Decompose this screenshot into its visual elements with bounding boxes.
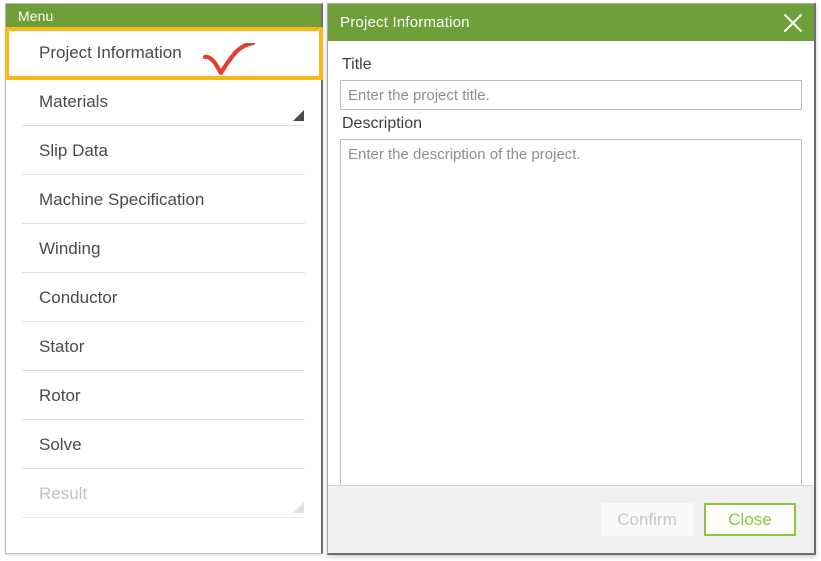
- menu-item-rotor[interactable]: Rotor: [22, 371, 305, 420]
- menu-item-stator[interactable]: Stator: [22, 322, 305, 371]
- dialog-title: Project Information: [340, 14, 470, 31]
- menu-item-solve[interactable]: Solve: [22, 420, 305, 469]
- menu-item-machine-specification[interactable]: Machine Specification: [22, 175, 305, 224]
- project-information-dialog: Project Information Title Description Co…: [327, 3, 816, 555]
- menu-item-label: Solve: [39, 435, 82, 454]
- title-field-label: Title: [342, 56, 372, 73]
- menu-item-result: Result: [22, 469, 305, 518]
- dialog-header: Project Information: [328, 4, 814, 41]
- description-textarea[interactable]: [340, 139, 802, 487]
- close-icon[interactable]: [780, 10, 806, 36]
- application-window: Menu Project Information Materials Slip …: [0, 0, 821, 561]
- menu-item-label: Materials: [39, 92, 108, 111]
- menu-panel: Menu Project Information Materials Slip …: [5, 3, 323, 554]
- menu-item-label: Slip Data: [39, 141, 108, 160]
- confirm-button[interactable]: Confirm: [601, 503, 693, 536]
- menu-item-winding[interactable]: Winding: [22, 224, 305, 273]
- menu-item-project-information[interactable]: Project Information: [22, 28, 305, 77]
- menu-list: Project Information Materials Slip Data …: [6, 28, 321, 518]
- menu-item-conductor[interactable]: Conductor: [22, 273, 305, 322]
- menu-item-label: Rotor: [39, 386, 81, 405]
- menu-item-slip-data[interactable]: Slip Data: [22, 126, 305, 175]
- menu-panel-header: Menu: [6, 4, 321, 28]
- description-field-label: Description: [342, 115, 423, 132]
- menu-item-label: Machine Specification: [39, 190, 205, 209]
- title-input[interactable]: [340, 80, 802, 110]
- menu-item-label: Stator: [39, 337, 85, 356]
- menu-item-label: Project Information: [39, 43, 182, 62]
- close-button[interactable]: Close: [704, 503, 796, 536]
- menu-item-label: Winding: [39, 239, 101, 258]
- resize-grip-icon: [293, 502, 304, 513]
- menu-item-label: Conductor: [39, 288, 118, 307]
- menu-item-label: Result: [39, 484, 88, 503]
- menu-panel-title: Menu: [18, 8, 54, 24]
- dialog-footer: Confirm Close: [328, 485, 814, 553]
- resize-grip-icon: [293, 110, 304, 121]
- dialog-body: Title Description: [328, 41, 814, 501]
- menu-item-materials[interactable]: Materials: [22, 77, 305, 126]
